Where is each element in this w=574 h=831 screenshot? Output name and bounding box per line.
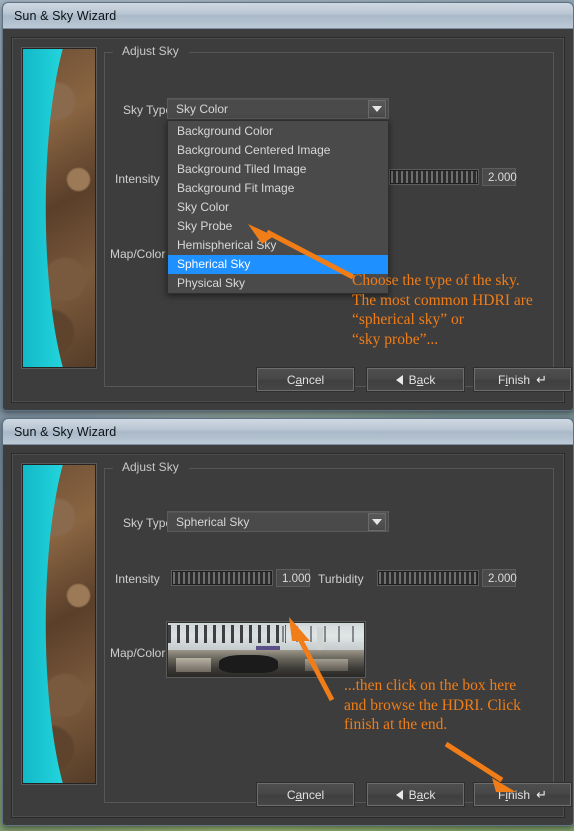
turbidity-value-top[interactable]: 2.000 [482,168,517,186]
dropdown-option[interactable]: Background Fit Image [168,179,388,198]
finish-button-top[interactable]: Finish ↵ [474,368,571,391]
groupbox-title: Adjust Sky [117,460,184,474]
titlebar-top: Sun & Sky Wizard [3,3,573,29]
map-color-label: Map/Color [110,247,166,261]
chevron-down-icon[interactable] [368,512,386,531]
dropdown-option[interactable]: Background Centered Image [168,141,388,160]
chevron-down-icon[interactable] [368,99,386,118]
finish-button-label: Finish [498,372,531,387]
intensity-slider[interactable] [172,571,272,585]
cancel-button-bottom[interactable]: Cancel [257,783,354,806]
turbidity-value[interactable]: 2.000 [482,569,517,587]
intensity-label: Intensity [115,172,160,186]
sky-preview-thumbnail [22,48,96,368]
enter-key-icon: ↵ [536,787,547,802]
map-color-label: Map/Color [110,646,166,660]
sky-type-combobox[interactable]: Spherical Sky [167,511,389,532]
window-title: Sun & Sky Wizard [14,424,117,439]
dropdown-option[interactable]: Background Tiled Image [168,160,388,179]
hdri-structure-left [168,625,286,644]
wizard-window-top: Sun & Sky Wizard Adjust Sky Sky Type Sky… [2,2,574,411]
hdri-dark-object [218,654,278,673]
dropdown-option[interactable]: Background Color [168,122,388,141]
intensity-value[interactable]: 1.000 [276,569,311,587]
window-title: Sun & Sky Wizard [14,8,117,23]
sky-type-label: Sky Type [123,516,173,530]
window-client-top: Adjust Sky Sky Type Sky Color Intensity … [3,29,573,410]
titlebar-bottom: Sun & Sky Wizard [3,419,573,445]
annotation-text-top: Choose the type of the sky. The most com… [352,272,533,348]
dropdown-option[interactable]: Sky Color [168,198,388,217]
back-button-label: Back [408,787,436,802]
sky-type-combobox[interactable]: Sky Color [167,98,389,119]
cancel-button-label: Cancel [286,787,325,802]
annotation-text-bottom: ...then click on the box here and browse… [344,677,521,733]
back-button-label: Back [408,372,436,387]
sky-type-value: Sky Color [176,101,229,116]
triangle-left-icon [395,374,403,385]
cancel-button-top[interactable]: Cancel [257,368,354,391]
intensity-label: Intensity [115,572,160,586]
hdri-object-left [175,658,212,672]
back-button-top[interactable]: Back [367,368,464,391]
cancel-button-label: Cancel [286,372,325,387]
hdri-violet-object [256,646,280,651]
triangle-left-icon [395,789,403,800]
sky-type-label: Sky Type [123,103,173,117]
enter-key-icon: ↵ [536,372,547,387]
turbidity-label: Turbidity [318,572,364,586]
groupbox-title: Adjust Sky [117,44,184,58]
turbidity-slider[interactable] [378,571,478,585]
sky-preview-thumbnail [22,464,96,784]
annotation-arrow-top [248,224,355,280]
turbidity-slider-top[interactable] [390,170,478,184]
sky-type-value: Spherical Sky [176,514,250,529]
annotation-arrow-finish [444,741,516,792]
